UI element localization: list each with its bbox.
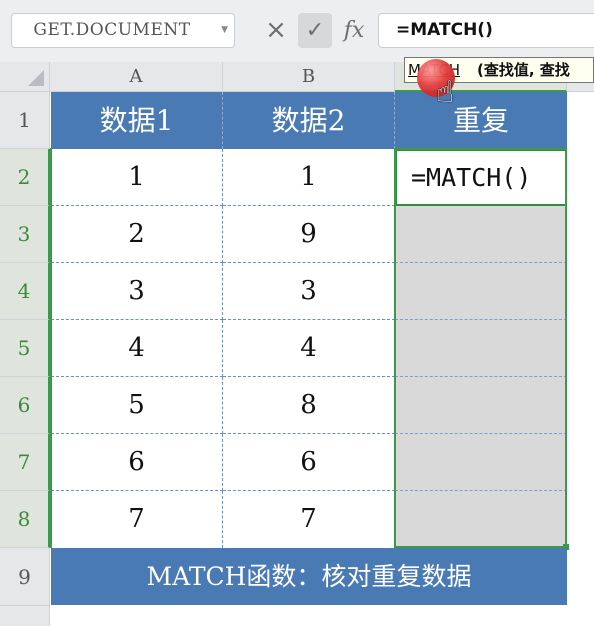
row-header-empty — [0, 606, 50, 626]
select-all-icon — [28, 70, 44, 86]
cell-a9-merged-title[interactable]: MATCH函数：核对重复数据 — [51, 548, 567, 605]
row-header-6[interactable]: 6 — [0, 377, 50, 434]
hand-pointer-icon: ☝ — [436, 75, 455, 110]
row-header-7[interactable]: 7 — [0, 434, 50, 491]
cell-c7[interactable] — [395, 434, 567, 491]
confirm-icon[interactable]: ✓ — [298, 13, 332, 48]
cell-c3[interactable] — [395, 206, 567, 263]
row-header-4[interactable]: 4 — [0, 263, 50, 320]
row-header-1[interactable]: 1 — [0, 92, 50, 149]
chevron-down-icon[interactable]: ▼ — [221, 14, 228, 47]
cell-c6[interactable] — [395, 377, 567, 434]
cell-a2[interactable]: 1 — [51, 149, 223, 206]
cell-a8[interactable]: 7 — [51, 491, 223, 548]
cell-b3[interactable]: 9 — [223, 206, 395, 263]
row-header-3[interactable]: 3 — [0, 206, 50, 263]
cell-a4[interactable]: 3 — [51, 263, 223, 320]
cell-c5[interactable] — [395, 320, 567, 377]
formula-text: =MATCH() — [396, 20, 493, 40]
name-box[interactable]: GET.DOCUMENT ▼ — [11, 13, 235, 48]
tooltip-arguments: (查找值, 查找 — [477, 61, 570, 79]
name-box-value: GET.DOCUMENT — [33, 20, 191, 40]
cell-c1[interactable]: 重复 — [395, 92, 567, 149]
row-header-5[interactable]: 5 — [0, 320, 50, 377]
row-header-2[interactable]: 2 — [0, 149, 50, 206]
formula-input[interactable]: =MATCH() — [378, 13, 594, 48]
insert-function-icon[interactable]: fx — [337, 13, 371, 48]
cell-a6[interactable]: 5 — [51, 377, 223, 434]
cell-b7[interactable]: 6 — [223, 434, 395, 491]
cell-b6[interactable]: 8 — [223, 377, 395, 434]
cell-b5[interactable]: 4 — [223, 320, 395, 377]
row-header-8[interactable]: 8 — [0, 491, 50, 548]
column-header-a[interactable]: A — [50, 62, 223, 92]
table-left-border — [50, 148, 52, 548]
cell-c4[interactable] — [395, 263, 567, 320]
cell-c2-active[interactable]: =MATCH() — [395, 149, 567, 206]
cell-b1[interactable]: 数据2 — [223, 92, 395, 149]
cell-b4[interactable]: 3 — [223, 263, 395, 320]
cancel-icon[interactable]: × — [259, 13, 293, 48]
formula-bar: GET.DOCUMENT ▼ × ✓ fx =MATCH() — [0, 0, 594, 62]
cell-a5[interactable]: 4 — [51, 320, 223, 377]
cell-c8[interactable] — [395, 491, 567, 548]
cell-a3[interactable]: 2 — [51, 206, 223, 263]
cell-b2[interactable]: 1 — [223, 149, 395, 206]
cell-a1[interactable]: 数据1 — [51, 92, 223, 149]
cell-b8[interactable]: 7 — [223, 491, 395, 548]
cell-a7[interactable]: 6 — [51, 434, 223, 491]
column-header-b[interactable]: B — [223, 62, 395, 92]
row-header-9[interactable]: 9 — [0, 548, 50, 606]
